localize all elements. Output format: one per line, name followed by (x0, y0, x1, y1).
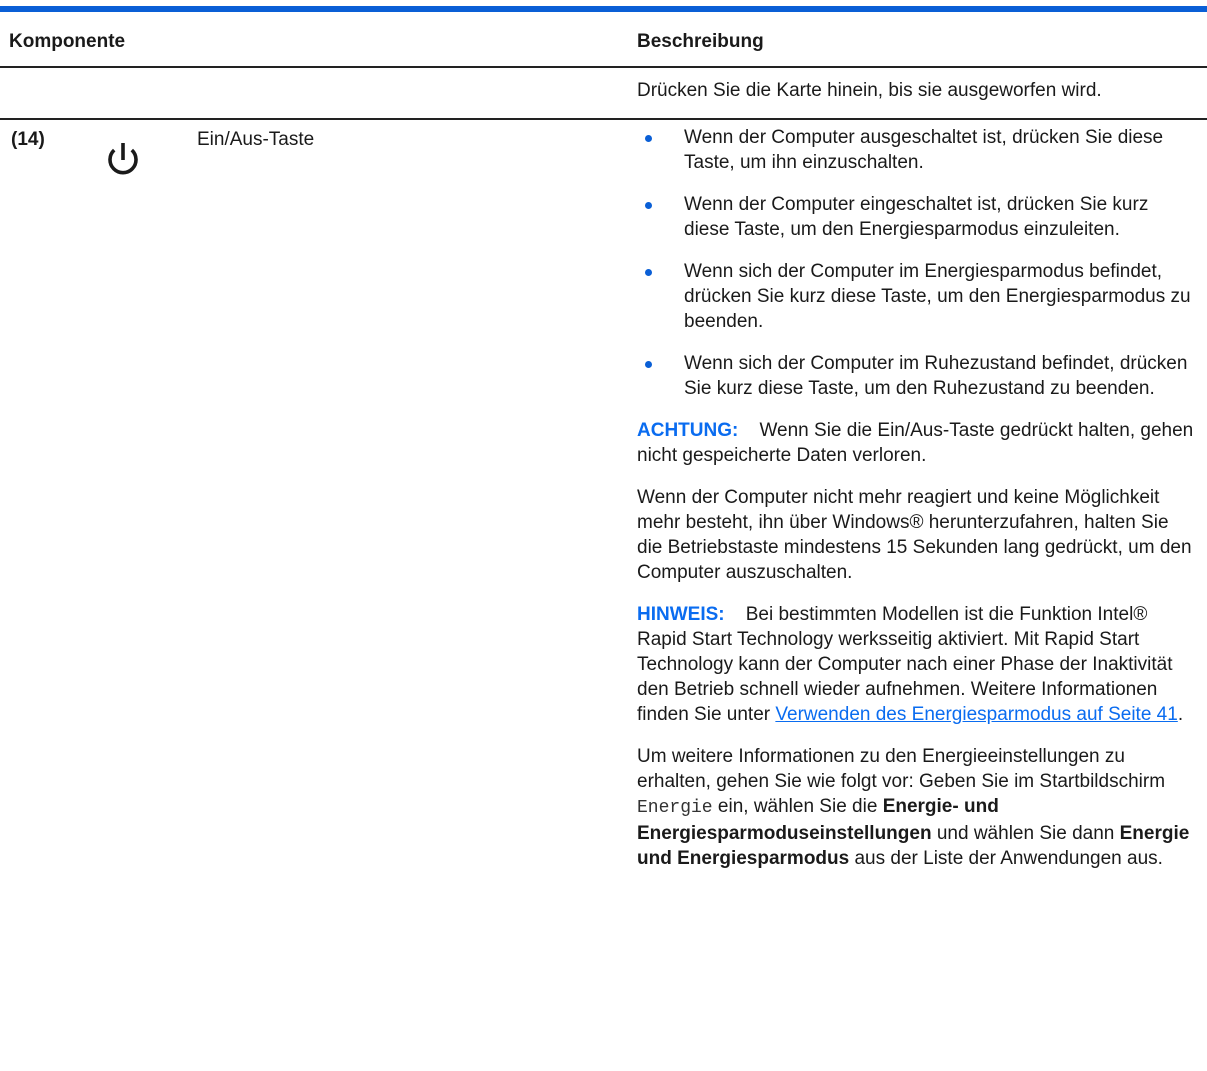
column-header-description: Beschreibung (637, 31, 764, 52)
bullet-text: Wenn sich der Computer im Energiesparmod… (684, 261, 1191, 332)
settings-text-4: aus der Liste der Anwendungen aus. (854, 848, 1163, 869)
settings-code: Energie (637, 798, 713, 818)
settings-text-2: ein, wählen Sie die (717, 796, 878, 817)
bullet-item: Wenn der Computer ausgeschaltet ist, drü… (637, 125, 1197, 175)
note-paragraph: HINWEIS: Bei bestimmten Modellen ist die… (637, 602, 1197, 727)
unresponsive-paragraph: Wenn der Computer nicht mehr reagiert un… (637, 487, 1192, 583)
bullet-icon (645, 361, 652, 368)
component-name: Ein/Aus-Taste (197, 129, 315, 150)
energy-saving-link[interactable]: Verwenden des Energiesparmodus auf Seite… (775, 704, 1177, 725)
bullet-item: Wenn sich der Computer im Ruhezustand be… (637, 351, 1197, 401)
bullet-item: Wenn sich der Computer im Energiesparmod… (637, 259, 1197, 334)
note-label: HINWEIS: (637, 604, 725, 625)
top-accent-bar (0, 6, 1207, 12)
settings-paragraph: Um weitere Informationen zu den Energiee… (637, 744, 1197, 871)
column-header-component: Komponente (9, 31, 126, 52)
bullet-icon (645, 202, 652, 209)
caution-paragraph: ACHTUNG: Wenn Sie die Ein/Aus-Taste gedr… (637, 418, 1197, 468)
bullet-list: Wenn der Computer ausgeschaltet ist, drü… (637, 125, 1197, 401)
header-divider (0, 66, 1207, 68)
bullet-item: Wenn der Computer eingeschaltet ist, drü… (637, 192, 1197, 242)
component-number: (14) (11, 129, 45, 150)
settings-text-1: Um weitere Informationen zu den Energiee… (637, 746, 1166, 792)
component-description: Wenn der Computer ausgeschaltet ist, drü… (637, 125, 1197, 888)
intro-description: Drücken Sie die Karte hinein, bis sie au… (637, 80, 1102, 101)
caution-label: ACHTUNG: (637, 420, 739, 441)
bullet-icon (645, 135, 652, 142)
settings-text-3: und wählen Sie dann (936, 823, 1115, 844)
bullet-text: Wenn der Computer eingeschaltet ist, drü… (684, 194, 1149, 240)
bullet-icon (645, 269, 652, 276)
row-divider (0, 118, 1207, 120)
power-icon (108, 143, 138, 175)
note-after-link: . (1177, 704, 1184, 725)
bullet-text: Wenn sich der Computer im Ruhezustand be… (684, 353, 1188, 399)
bullet-text: Wenn der Computer ausgeschaltet ist, drü… (684, 127, 1164, 173)
